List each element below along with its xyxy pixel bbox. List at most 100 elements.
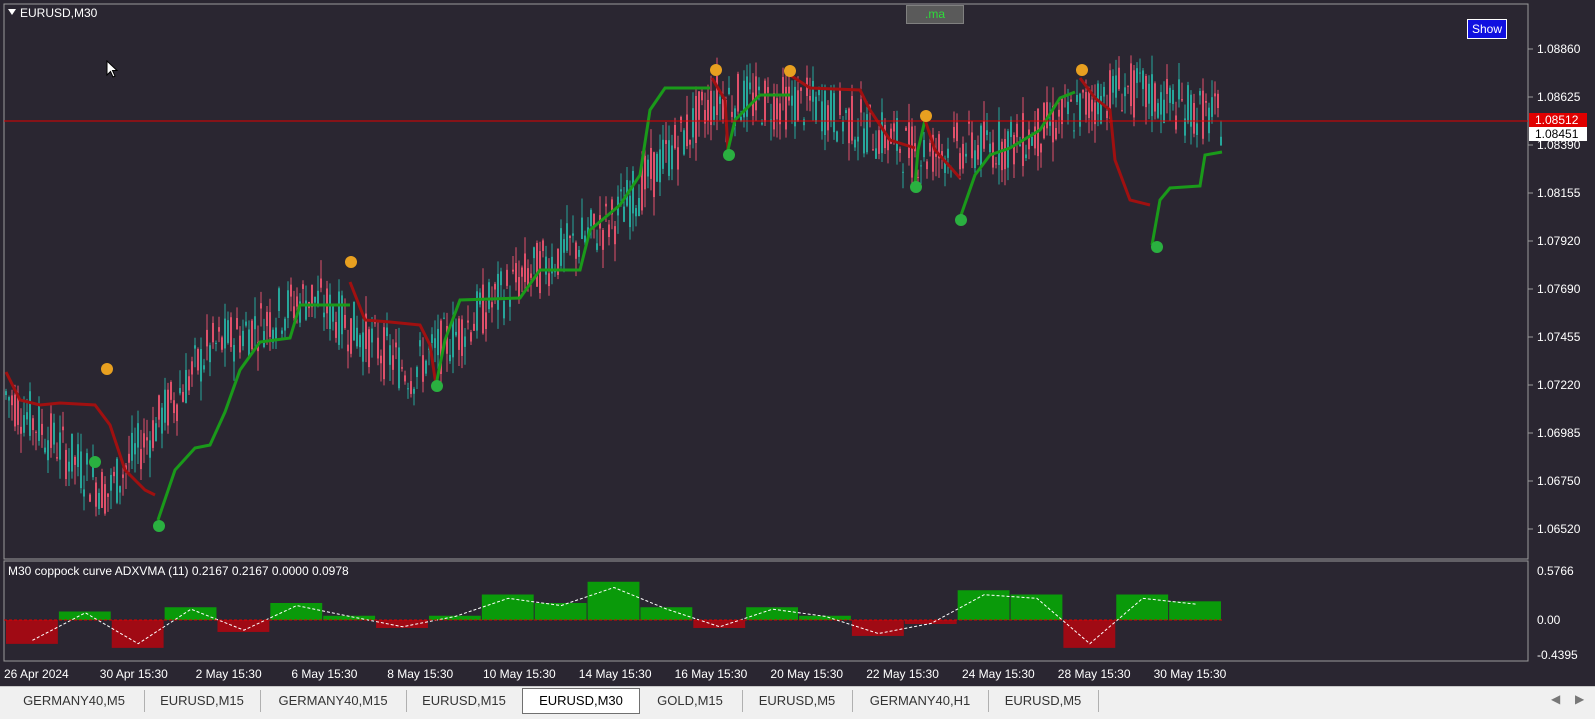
candle-body	[383, 327, 385, 380]
candle-body	[23, 415, 25, 433]
candle-body	[563, 239, 565, 253]
tab-germany40-h1[interactable]: GERMANY40,H1	[852, 690, 989, 712]
candle-body	[434, 338, 436, 348]
indicator-title: M30 coppock curve ADXVMA (11) 0.2167 0.2…	[8, 564, 349, 578]
scroll-right-icon[interactable]: ▶	[1575, 692, 1584, 706]
price-tick-label: 1.06985	[1537, 426, 1581, 440]
candle-body	[458, 318, 460, 350]
candle-body	[119, 486, 121, 493]
candle-body	[263, 331, 265, 348]
candle-body	[17, 396, 19, 425]
candle-body	[1001, 141, 1003, 171]
candle-body	[14, 394, 16, 427]
price-tick-label: 1.06750	[1537, 474, 1581, 488]
candle-body	[74, 456, 76, 465]
candle-body	[632, 170, 634, 214]
candle-body	[872, 149, 874, 151]
chart-area[interactable]: 1.08860 1.08625 1.08390 1.08155 1.07920 1.076…	[0, 0, 1595, 684]
tab-eurusd-m30[interactable]: EURUSD,M30	[522, 688, 640, 714]
candle-body	[512, 269, 514, 272]
candle-body	[338, 291, 340, 345]
ma-button[interactable]: .ma	[906, 5, 964, 24]
candle-body	[398, 347, 400, 389]
tab-germany40-m5[interactable]: GERMANY40,M5	[4, 690, 145, 712]
candle-body	[1163, 99, 1165, 124]
candle-body	[548, 273, 550, 287]
candle-body	[416, 367, 418, 378]
candle-body	[386, 327, 388, 337]
candle-body	[995, 163, 997, 165]
candle-body	[503, 300, 505, 319]
tab-eurusd-m15[interactable]: EURUSD,M15	[406, 690, 523, 712]
candle-body	[905, 127, 907, 131]
symbol-title[interactable]: EURUSD,M30	[8, 6, 97, 20]
candle-body	[704, 109, 706, 124]
candle-body	[350, 318, 352, 354]
show-button[interactable]: Show	[1467, 19, 1507, 39]
candle-body	[218, 327, 220, 332]
price-tick-label: 1.07220	[1537, 378, 1581, 392]
candle-body	[1028, 129, 1030, 150]
candle-body	[1067, 101, 1069, 115]
candle-body	[329, 294, 331, 330]
tab-eurusd-m5[interactable]: EURUSD,M5	[988, 690, 1099, 712]
candle-body	[1130, 63, 1132, 107]
tab-gold-m15[interactable]: GOLD,M15	[638, 690, 743, 712]
time-tick-label: 16 May 15:30	[675, 667, 748, 681]
indicator-bar	[58, 611, 111, 620]
candle-body	[671, 145, 673, 170]
candle-body	[443, 317, 445, 319]
sell-signal-icon	[1076, 64, 1088, 76]
candle-body	[692, 108, 694, 138]
candle-body	[230, 317, 232, 348]
candle-body	[143, 433, 145, 448]
tab-eurusd-m15[interactable]: EURUSD,M15	[144, 690, 261, 712]
candle-body	[449, 354, 451, 362]
chart-tab-bar: GERMANY40,M5 EURUSD,M15 GERMANY40,M15 EURUS…	[0, 686, 1595, 719]
candle-body	[287, 290, 289, 318]
candle-body	[1106, 111, 1108, 119]
candle-body	[215, 342, 217, 344]
candle-body	[323, 312, 325, 318]
candle-body	[1169, 87, 1171, 103]
candle-body	[629, 195, 631, 228]
current-price-label: 1.08512	[1535, 113, 1579, 127]
tab-germany40-m15[interactable]: GERMANY40,M15	[260, 690, 407, 712]
time-tick-label: 8 May 15:30	[387, 667, 453, 681]
indicator-bar	[1116, 594, 1169, 620]
candle-body	[401, 367, 403, 369]
tab-eurusd-m5[interactable]: EURUSD,M5	[742, 690, 853, 712]
candle-body	[101, 472, 103, 508]
candle-body	[1034, 126, 1036, 149]
candle-body	[962, 143, 964, 169]
candle-body	[785, 86, 787, 130]
candle-body	[956, 122, 958, 142]
candle-body	[170, 381, 172, 400]
candle-body	[344, 314, 346, 328]
candle-body	[362, 332, 364, 362]
chart-canvas[interactable]: 1.088601.086251.083901.081551.079201.076…	[0, 0, 1595, 684]
candle-body	[149, 440, 151, 458]
scroll-left-icon[interactable]: ◀	[1551, 692, 1560, 706]
candle-body	[740, 116, 742, 121]
collapse-triangle-icon[interactable]	[8, 9, 16, 15]
candle-body	[1025, 154, 1027, 159]
candle-body	[260, 303, 262, 309]
candle-body	[38, 405, 40, 441]
candle-body	[668, 140, 670, 176]
candle-body	[1136, 68, 1138, 83]
candle-body	[1019, 144, 1021, 147]
candle-body	[1199, 91, 1201, 96]
candle-body	[839, 89, 841, 116]
time-tick-label: 6 May 15:30	[291, 667, 357, 681]
candle-body	[1142, 70, 1144, 90]
candle-body	[422, 355, 424, 382]
candle-body	[971, 132, 973, 159]
candle-body	[533, 247, 535, 259]
candle-body	[674, 124, 676, 149]
candle-body	[68, 461, 70, 472]
candle-body	[974, 150, 976, 169]
indicator-axis: 0.5766 0.00 -0.4395	[1537, 564, 1578, 662]
candle-body	[935, 153, 937, 157]
candle-body	[530, 273, 532, 278]
